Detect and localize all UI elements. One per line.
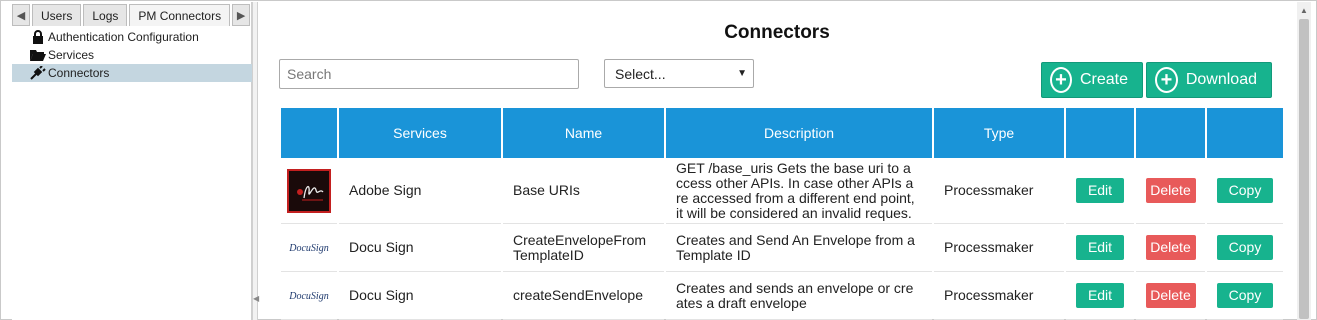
- tab-pm-connectors[interactable]: PM Connectors: [129, 4, 231, 26]
- description-cell: Creates and sends an envelope or cre ate…: [666, 272, 932, 320]
- tree-item-authentication-configuration[interactable]: Authentication Configuration: [12, 28, 252, 46]
- delete-cell: Delete: [1136, 158, 1205, 224]
- scroll-up-arrow-icon[interactable]: ▲: [1297, 2, 1311, 18]
- service-logo-cell: [281, 158, 337, 224]
- tab-logs[interactable]: Logs: [83, 4, 128, 26]
- name-cell: Base URIs: [503, 158, 664, 224]
- name-cell: createSendEnvelope: [503, 272, 664, 320]
- description-cell: Creates and Send An Envelope from a Temp…: [666, 224, 932, 272]
- plug-icon: [30, 66, 46, 80]
- page-title: Connectors: [724, 22, 830, 43]
- copy-button[interactable]: Copy: [1217, 283, 1273, 308]
- tab-scroll-left-icon[interactable]: ◀: [12, 4, 30, 26]
- connectors-table: Services Name Description Type Adobe Sig…: [279, 108, 1285, 320]
- search-input[interactable]: [279, 59, 579, 89]
- copy-cell: Copy: [1207, 272, 1283, 320]
- table-row: Adobe Sign Base URIs GET /base_uris Gets…: [281, 158, 1283, 224]
- filter-select-value: Select...: [615, 65, 666, 82]
- type-cell: Processmaker: [934, 158, 1064, 224]
- edit-button[interactable]: Edit: [1076, 178, 1124, 203]
- adobe-sign-logo: [287, 168, 331, 213]
- table-header-row: Services Name Description Type: [281, 108, 1283, 158]
- edit-button[interactable]: Edit: [1076, 283, 1124, 308]
- column-header: [1136, 108, 1205, 158]
- column-header: [1207, 108, 1283, 158]
- lock-icon: [30, 30, 46, 44]
- create-button-label: Create: [1079, 71, 1128, 88]
- tab-bar: ◀ Users Logs PM Connectors ▶: [12, 2, 252, 26]
- plus-icon: +: [1050, 67, 1072, 93]
- table-row: DocuSign Docu Sign CreateEnvelopeFromTem…: [281, 224, 1283, 272]
- delete-button[interactable]: Delete: [1145, 283, 1196, 308]
- main-content: Connectors Select... ▼ + Create + Downlo…: [259, 2, 1295, 320]
- collapse-arrow-icon[interactable]: ◀: [253, 294, 259, 303]
- plus-icon: +: [1155, 67, 1178, 93]
- download-button-label: Download: [1185, 71, 1257, 88]
- column-header: [1066, 108, 1134, 158]
- tree-item-connectors[interactable]: Connectors: [12, 64, 252, 82]
- filter-select[interactable]: Select... ▼: [604, 59, 754, 88]
- service-logo-cell: DocuSign: [281, 224, 337, 272]
- service-cell: Docu Sign: [339, 272, 501, 320]
- delete-cell: Delete: [1136, 224, 1205, 272]
- scrollbar-thumb[interactable]: [1299, 19, 1309, 319]
- copy-cell: Copy: [1207, 158, 1283, 224]
- type-cell: Processmaker: [934, 272, 1064, 320]
- docusign-logo: DocuSign: [289, 243, 329, 254]
- delete-button[interactable]: Delete: [1145, 235, 1196, 260]
- create-button[interactable]: + Create: [1041, 62, 1143, 98]
- name-cell: CreateEnvelopeFromTemplateID: [503, 224, 664, 272]
- type-cell: Processmaker: [934, 224, 1064, 272]
- tree-item-label: Services: [48, 48, 95, 62]
- left-panel: ◀ Users Logs PM Connectors ▶ Authenticat…: [12, 2, 252, 320]
- nav-tree: Authentication Configuration Services Co…: [12, 28, 252, 82]
- edit-cell: Edit: [1066, 224, 1134, 272]
- chevron-down-icon: ▼: [737, 68, 747, 79]
- tab-users[interactable]: Users: [32, 4, 82, 26]
- delete-cell: Delete: [1136, 272, 1205, 320]
- service-logo-cell: DocuSign: [281, 272, 337, 320]
- column-header-type[interactable]: Type: [934, 108, 1064, 158]
- copy-button[interactable]: Copy: [1217, 235, 1273, 260]
- service-cell: Docu Sign: [339, 224, 501, 272]
- description-cell: GET /base_uris Gets the base uri to a cc…: [666, 158, 932, 224]
- column-header-services[interactable]: Services: [339, 108, 501, 158]
- edit-button[interactable]: Edit: [1076, 235, 1124, 260]
- copy-button[interactable]: Copy: [1217, 178, 1273, 203]
- column-header-name[interactable]: Name: [503, 108, 664, 158]
- service-cell: Adobe Sign: [339, 158, 501, 224]
- tree-item-label: Authentication Configuration: [48, 30, 199, 44]
- tree-item-label: Connectors: [48, 66, 110, 80]
- tree-item-services[interactable]: Services: [12, 46, 252, 64]
- docusign-logo: DocuSign: [289, 291, 329, 302]
- edit-cell: Edit: [1066, 272, 1134, 320]
- table-row: DocuSign Docu Sign createSendEnvelope Cr…: [281, 272, 1283, 320]
- tab-scroll-right-icon[interactable]: ▶: [232, 4, 251, 26]
- vertical-scrollbar[interactable]: ▲: [1297, 2, 1311, 320]
- download-button[interactable]: + Download: [1146, 62, 1272, 98]
- column-header: [281, 108, 337, 158]
- folder-open-icon: [30, 48, 46, 62]
- column-header-description[interactable]: Description: [666, 108, 932, 158]
- edit-cell: Edit: [1066, 158, 1134, 224]
- panel-splitter[interactable]: ◀: [252, 2, 259, 320]
- copy-cell: Copy: [1207, 224, 1283, 272]
- delete-button[interactable]: Delete: [1145, 178, 1196, 203]
